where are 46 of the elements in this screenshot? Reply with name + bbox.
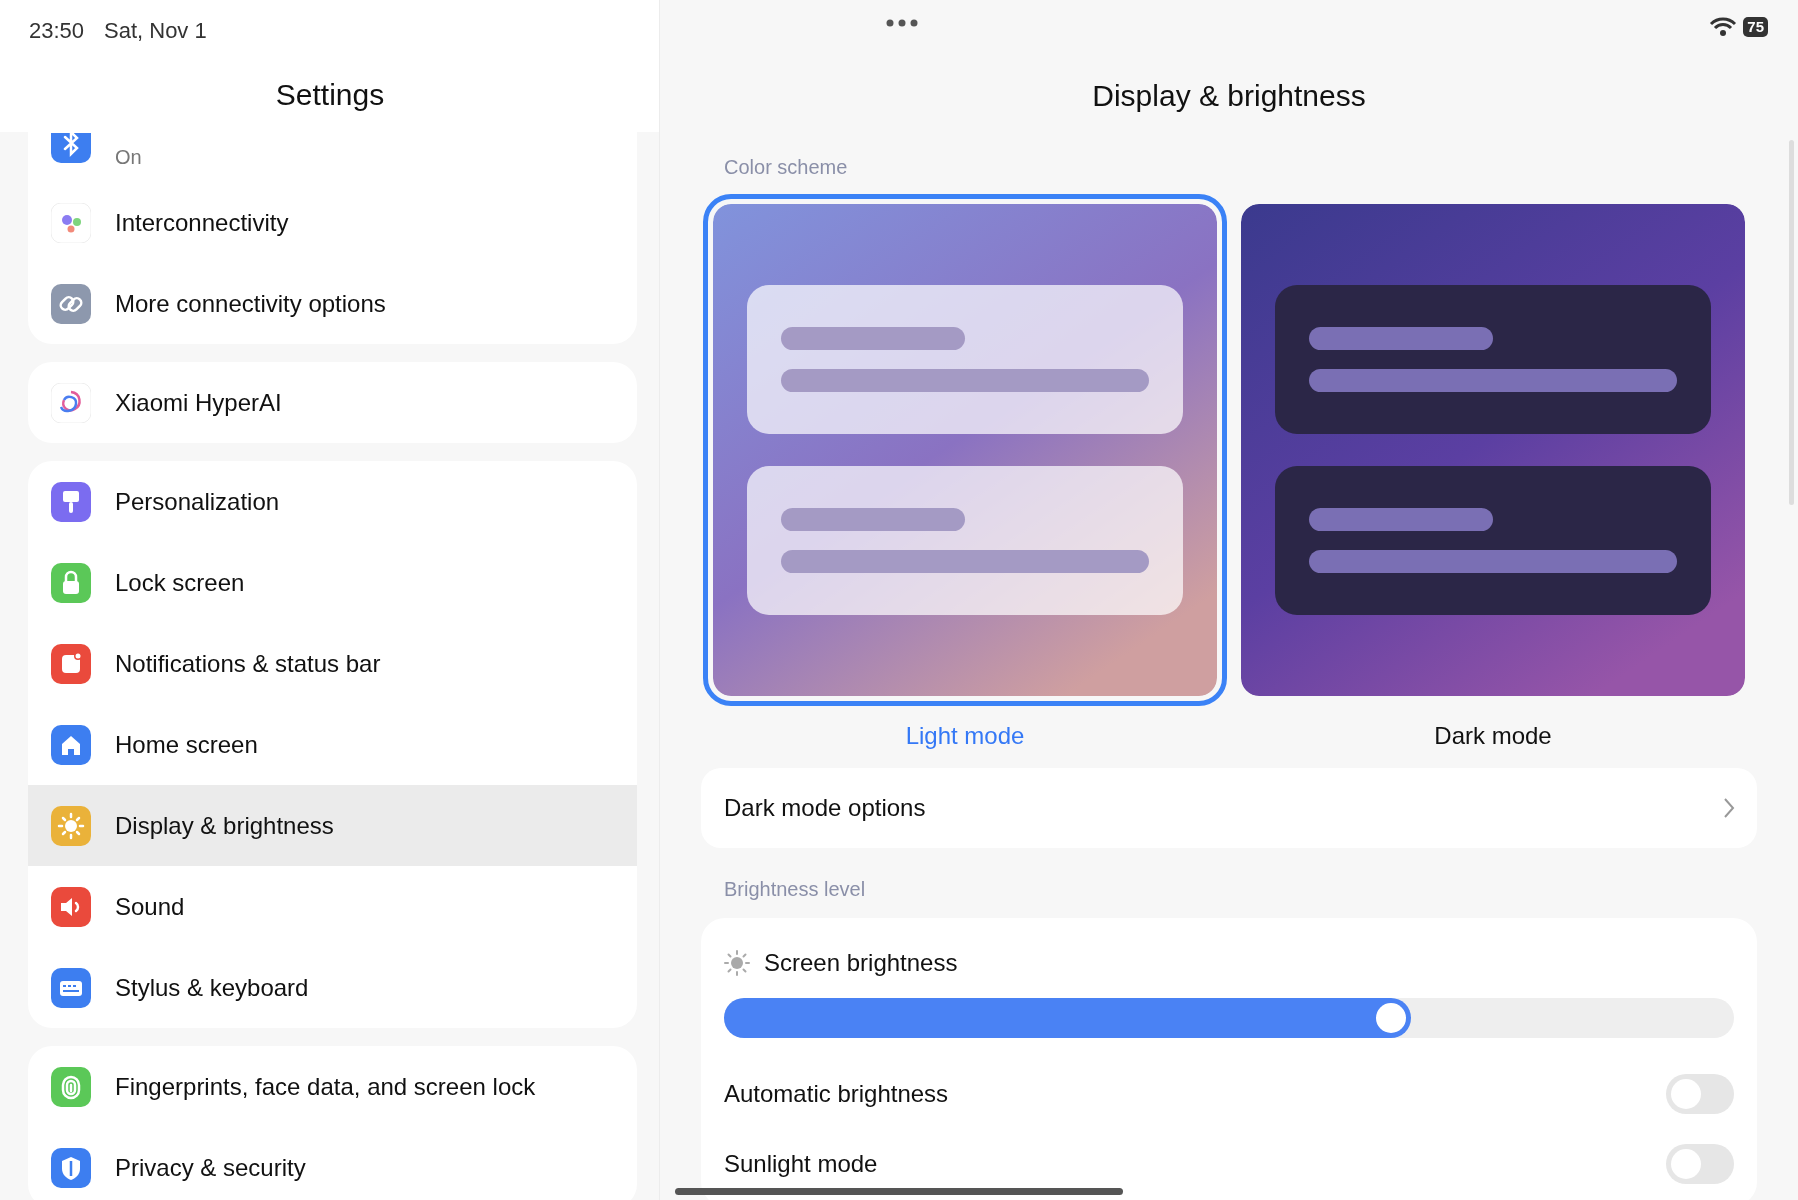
page-title: Settings	[274, 77, 386, 113]
clock-time: 23:50	[29, 17, 85, 45]
settings-item[interactable]: Privacy & security	[28, 1127, 637, 1200]
sun-icon	[724, 950, 750, 976]
keyboard-icon	[51, 967, 91, 1008]
chevron-right-icon	[1723, 797, 1735, 819]
settings-item[interactable]: Display & brightness	[28, 785, 637, 866]
settings-item[interactable]: Fingerprints, face data, and screen lock	[28, 1046, 637, 1127]
settings-item[interactable]: Xiaomi HyperAI	[28, 362, 637, 443]
theme-label: Light mode	[905, 721, 1025, 751]
theme-label: Dark mode	[1434, 721, 1552, 751]
link-icon	[51, 283, 91, 324]
settings-item[interactable]: Notifications & status bar	[28, 623, 637, 704]
theme-preview[interactable]	[1241, 204, 1745, 696]
shield-icon	[51, 1147, 91, 1188]
lock-icon	[51, 562, 91, 603]
settings-item[interactable]: Home screen	[28, 704, 637, 785]
settings-item[interactable]: Stylus & keyboard	[28, 947, 637, 1028]
notification-icon	[51, 643, 91, 684]
battery-indicator: 75	[1743, 17, 1768, 37]
home-icon	[51, 724, 91, 765]
fingerprint-icon	[51, 1066, 91, 1107]
more-icon[interactable]	[886, 19, 918, 27]
section-label: Color scheme	[724, 155, 849, 180]
settings-item[interactable]: Sound	[28, 866, 637, 947]
toggle-label: Sunlight mode	[724, 1149, 878, 1179]
settings-item[interactable]: More connectivity options	[28, 263, 637, 344]
dots-icon	[51, 202, 91, 243]
settings-item[interactable]: Lock screen	[28, 542, 637, 623]
sun-icon	[51, 805, 91, 846]
toggle-switch[interactable]	[1666, 1074, 1734, 1114]
slider-label: Screen brightness	[764, 948, 958, 978]
toggle-switch[interactable]	[1666, 1144, 1734, 1184]
brush-icon	[51, 481, 91, 522]
page-title: Display & brightness	[1092, 79, 1366, 112]
settings-item[interactable]: Interconnectivity	[28, 182, 637, 263]
settings-item[interactable]: On	[28, 132, 637, 182]
swirl-icon	[51, 382, 91, 423]
speaker-icon	[51, 886, 91, 927]
brightness-slider[interactable]	[724, 998, 1734, 1038]
dark-mode-options-row[interactable]: Dark mode options	[701, 768, 1757, 848]
section-label: Brightness level	[724, 877, 867, 902]
settings-item[interactable]: Personalization	[28, 461, 637, 542]
wifi-icon	[1709, 16, 1738, 38]
toggle-label: Automatic brightness	[724, 1079, 949, 1109]
date: Sat, Nov 1	[104, 17, 207, 45]
